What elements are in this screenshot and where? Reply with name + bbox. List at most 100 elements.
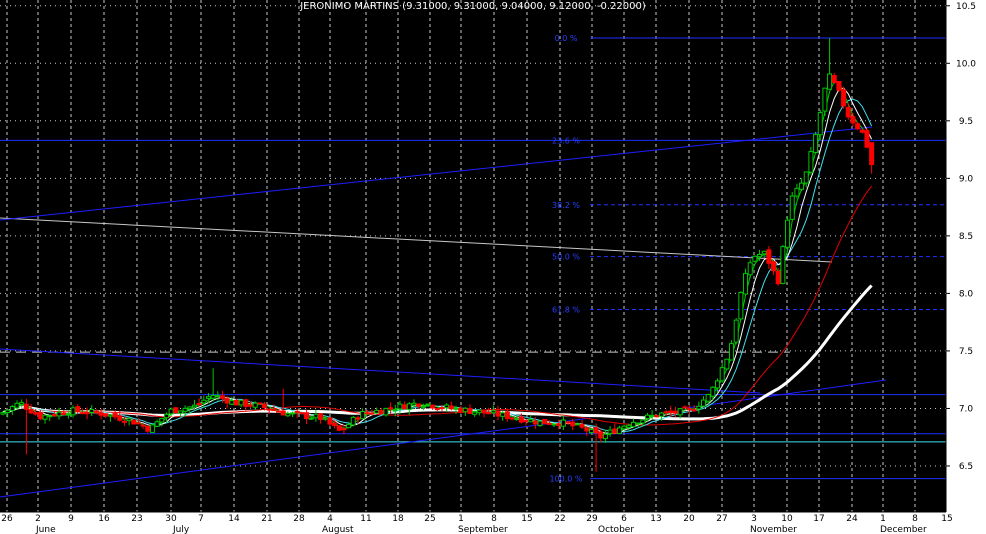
candle-down <box>196 403 202 406</box>
x-tick-label: 23 <box>131 514 142 524</box>
candle-up <box>827 73 833 90</box>
candle-up <box>65 413 71 416</box>
candle-up <box>210 394 216 399</box>
x-tick-label: 13 <box>650 514 661 524</box>
x-month-label: July <box>172 525 190 534</box>
candle-down <box>117 415 123 421</box>
candle-down <box>869 142 875 166</box>
y-tick-label: 6.5 <box>959 462 973 472</box>
candle-down <box>523 420 529 423</box>
candle-up <box>733 319 739 343</box>
x-tick-label: 15 <box>941 514 952 524</box>
candle-down <box>135 422 141 425</box>
candle-down <box>570 421 576 427</box>
candle-down <box>33 412 39 415</box>
candle-up <box>747 262 753 276</box>
candle-down <box>663 411 669 414</box>
candle-down <box>131 419 137 425</box>
candle-down <box>556 423 562 427</box>
candle-up <box>789 195 795 220</box>
candle-down <box>173 407 179 414</box>
fibonacci-label: 50.0 % <box>552 253 580 262</box>
candle-up <box>0 412 6 415</box>
candle-up <box>785 219 791 248</box>
candle-up <box>649 414 655 417</box>
candle-down <box>369 412 375 415</box>
candle-up <box>696 405 702 410</box>
candle-up <box>191 404 197 408</box>
candle-up <box>813 133 819 153</box>
candle-up <box>420 405 426 408</box>
candle-down <box>332 422 338 426</box>
candle-down <box>448 405 454 410</box>
candle-up <box>705 394 711 402</box>
candle-up <box>621 425 627 430</box>
y-tick-label: 10.5 <box>956 2 976 12</box>
candle-up <box>154 421 160 427</box>
candle-up <box>149 424 155 433</box>
candle-down <box>766 249 772 264</box>
candle-down <box>682 406 688 409</box>
candle-down <box>98 412 104 416</box>
candle-up <box>360 411 366 420</box>
x-month-label: November <box>750 525 797 534</box>
candle-up <box>42 414 48 420</box>
candle-down <box>145 426 151 432</box>
candle-up <box>290 412 296 415</box>
candle-up <box>677 408 683 416</box>
candle-up <box>168 408 174 415</box>
x-tick-label: 28 <box>293 514 305 524</box>
candle-up <box>630 421 636 428</box>
candle-up <box>350 416 356 426</box>
x-tick-label: 11 <box>360 514 371 524</box>
candle-down <box>542 418 548 425</box>
candle-up <box>397 403 403 410</box>
candle-up <box>822 87 828 112</box>
x-tick-label: 16 <box>98 514 110 524</box>
candle-down <box>481 409 487 414</box>
candle-down <box>248 404 254 407</box>
candle-down <box>584 427 590 432</box>
fibonacci-label: 100.0 % <box>549 475 582 484</box>
x-month-label: October <box>598 525 634 534</box>
candle-up <box>177 410 183 414</box>
candle-down <box>112 413 118 418</box>
candle-down <box>257 402 263 405</box>
x-tick-label: 20 <box>683 514 695 524</box>
candle-up <box>70 407 76 416</box>
candle-down <box>93 410 99 413</box>
candle-up <box>126 418 132 422</box>
candle-up <box>794 187 800 197</box>
candle-down <box>434 408 440 411</box>
candle-down <box>836 80 842 91</box>
trend-line-blue <box>0 126 873 221</box>
candle-up <box>551 423 557 426</box>
candle-up <box>406 403 412 410</box>
candle-down <box>402 404 408 410</box>
x-month-label: September <box>458 525 508 534</box>
candle-down <box>84 411 90 415</box>
y-tick-label: 8.5 <box>959 232 973 242</box>
candle-down <box>61 412 67 415</box>
x-tick-label: 4 <box>327 514 333 524</box>
fibonacci-label: 23.6 % <box>552 136 580 145</box>
trend-line-grey <box>0 217 833 263</box>
candle-up <box>476 409 482 414</box>
moving-average-green <box>2 80 873 436</box>
x-tick-label: 25 <box>424 514 435 524</box>
candle-down <box>845 106 851 118</box>
candle-down <box>467 407 473 414</box>
candle-down <box>509 417 515 420</box>
price-chart: 0.0 %23.6 %38.2 %50.0 %61.8 %100.0 %26 2 9… <box>0 0 986 534</box>
candle-up <box>715 380 721 389</box>
candle-down <box>75 406 81 413</box>
x-tick-label: 2 <box>35 514 41 524</box>
x-tick-label: 17 <box>813 514 824 524</box>
candle-down <box>859 129 865 133</box>
x-tick-label: 30 <box>165 514 177 524</box>
candle-up <box>187 406 193 410</box>
candle-down <box>121 420 127 423</box>
candle-down <box>579 424 585 428</box>
candle-up <box>308 417 314 420</box>
candle-down <box>598 431 604 439</box>
